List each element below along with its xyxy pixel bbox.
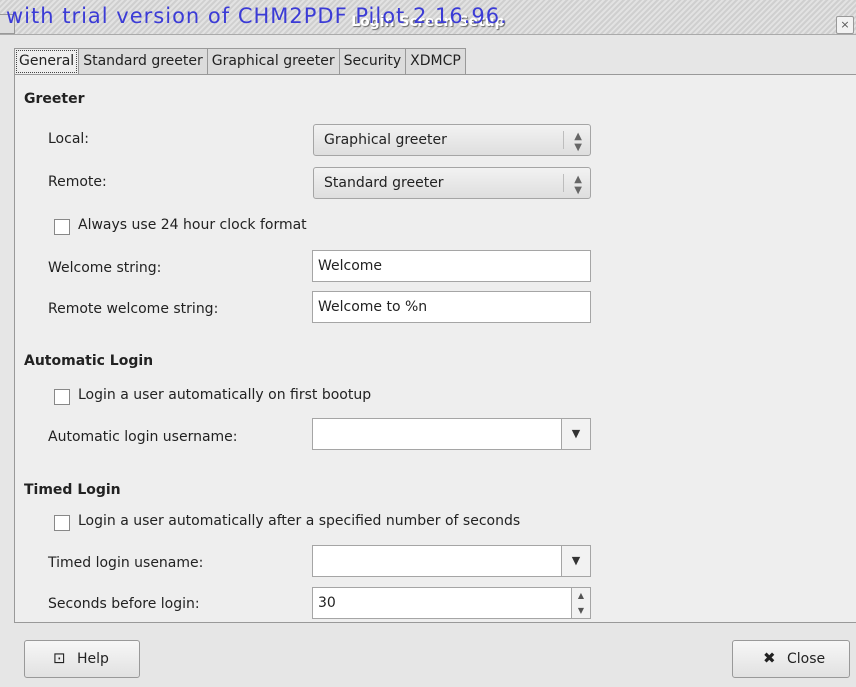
chevron-down-icon[interactable]: ▼ bbox=[561, 546, 590, 576]
greeter-heading: Greeter bbox=[24, 91, 85, 107]
timed-login-username-label: Timed login usename: bbox=[48, 555, 204, 571]
tab-graphical-greeter[interactable]: Graphical greeter bbox=[206, 48, 340, 74]
tab-security[interactable]: Security bbox=[338, 48, 407, 74]
remote-welcome-value: Welcome to %n bbox=[318, 299, 428, 315]
combo-arrow-icon: ▲ ▼ bbox=[574, 131, 582, 153]
spin-buttons[interactable]: ▲ ▼ bbox=[571, 588, 590, 618]
close-button[interactable]: ✖ Close bbox=[732, 640, 850, 678]
remote-label: Remote: bbox=[48, 174, 107, 190]
automatic-login-heading: Automatic Login bbox=[24, 353, 154, 369]
tab-xdmcp[interactable]: XDMCP bbox=[405, 48, 466, 74]
general-tab-panel bbox=[14, 74, 856, 623]
remote-welcome-label: Remote welcome string: bbox=[48, 301, 219, 317]
window-close-icon[interactable]: × bbox=[836, 16, 854, 34]
auto-login-checkbox[interactable] bbox=[54, 389, 70, 405]
combo-arrow-icon: ▲ ▼ bbox=[574, 174, 582, 196]
timed-login-username-combo[interactable]: ▼ bbox=[312, 545, 591, 577]
seconds-before-login-spinner[interactable]: 30 ▲ ▼ bbox=[312, 587, 591, 619]
close-button-label: Close bbox=[787, 651, 826, 667]
help-icon: ⊡ bbox=[53, 649, 66, 667]
welcome-string-label: Welcome string: bbox=[48, 260, 162, 276]
remote-greeter-value: Standard greeter bbox=[324, 175, 444, 191]
timed-login-checkbox[interactable] bbox=[54, 515, 70, 531]
tab-standard-greeter[interactable]: Standard greeter bbox=[78, 48, 208, 74]
timed-login-heading: Timed Login bbox=[24, 482, 121, 498]
seconds-before-login-label: Seconds before login: bbox=[48, 596, 200, 612]
remote-greeter-combo[interactable]: Standard greeter ▲ ▼ bbox=[313, 167, 591, 199]
watermark-text: with trial version of CHM2PDF Pilot 2.16… bbox=[6, 4, 508, 28]
welcome-string-input[interactable]: Welcome bbox=[312, 250, 591, 282]
tab-general[interactable]: General bbox=[14, 48, 80, 75]
combo-separator bbox=[563, 174, 564, 192]
auto-login-check-label[interactable]: Login a user automatically on first boot… bbox=[78, 387, 371, 403]
local-label: Local: bbox=[48, 131, 90, 147]
spin-down-icon[interactable]: ▼ bbox=[572, 603, 590, 618]
local-greeter-combo[interactable]: Graphical greeter ▲ ▼ bbox=[313, 124, 591, 156]
local-greeter-value: Graphical greeter bbox=[324, 132, 447, 148]
clock-format-checkbox[interactable] bbox=[54, 219, 70, 235]
seconds-before-login-value: 30 bbox=[318, 595, 336, 611]
auto-login-username-combo[interactable]: ▼ bbox=[312, 418, 591, 450]
spin-up-icon[interactable]: ▲ bbox=[572, 588, 590, 603]
help-button[interactable]: ⊡ Help bbox=[24, 640, 140, 678]
timed-login-check-label[interactable]: Login a user automatically after a speci… bbox=[78, 513, 520, 529]
close-x-icon: ✖ bbox=[763, 649, 776, 667]
chevron-down-icon[interactable]: ▼ bbox=[561, 419, 590, 449]
clock-format-label[interactable]: Always use 24 hour clock format bbox=[78, 217, 307, 233]
remote-welcome-input[interactable]: Welcome to %n bbox=[312, 291, 591, 323]
combo-separator bbox=[563, 131, 564, 149]
auto-login-username-label: Automatic login username: bbox=[48, 429, 238, 445]
welcome-string-value: Welcome bbox=[318, 258, 383, 274]
tab-bar: General Standard greeter Graphical greet… bbox=[14, 48, 466, 75]
help-button-label: Help bbox=[77, 651, 109, 667]
